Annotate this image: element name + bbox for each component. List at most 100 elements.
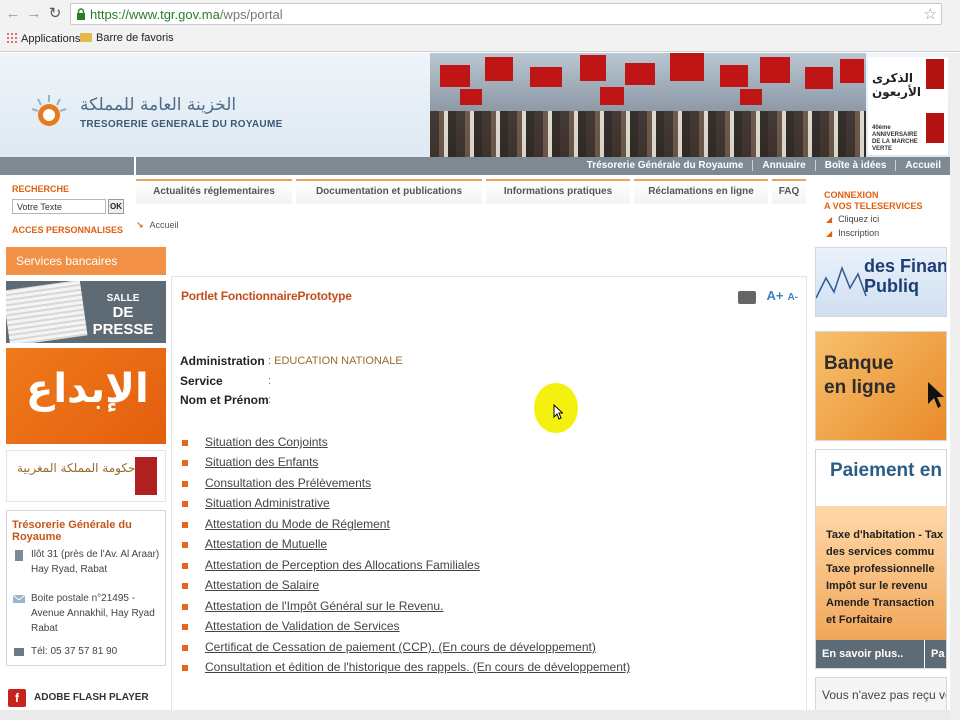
- bookmarks-bar: Applications Barre de favoris: [0, 29, 960, 51]
- ibdaa-banner[interactable]: الإبداع: [6, 348, 166, 444]
- browser-chrome: ← → ↻ https://www.tgr.gov.ma/wps/portal …: [0, 0, 960, 52]
- contact-title: Trésorerie Générale du Royaume: [12, 519, 132, 543]
- en-savoir-plus-link[interactable]: En savoir plus.. Pa: [816, 640, 946, 668]
- topnav-accueil[interactable]: Accueil: [895, 160, 950, 171]
- folder-icon: [80, 33, 92, 42]
- menu-faq[interactable]: FAQ: [772, 179, 806, 204]
- menu-informations[interactable]: Informations pratiques: [486, 179, 630, 204]
- breadcrumb-accueil[interactable]: Accueil: [150, 220, 179, 230]
- bullet-icon: [182, 542, 188, 548]
- top-nav-items: Trésorerie Générale du Royaume Annuaire Bo…: [578, 159, 950, 171]
- link-allocations[interactable]: Attestation de Perception des Allocation…: [205, 558, 480, 572]
- topnav-tgr[interactable]: Trésorerie Générale du Royaume: [578, 160, 753, 171]
- banque-en-ligne-ad[interactable]: Banque en ligne: [815, 331, 947, 441]
- link-situation-conjoints[interactable]: Situation des Conjoints: [205, 435, 328, 449]
- flash-player-icon: f: [8, 689, 26, 707]
- anniversary-text: 40ème ANNIVERSAIRE DE LA MARCHE VERTE: [872, 125, 918, 152]
- banner-flag: [580, 55, 606, 81]
- presse-text: SALLE DE PRESSE: [86, 293, 160, 338]
- personal-access-link[interactable]: ACCES PERSONNALISES: [12, 225, 123, 235]
- search-input[interactable]: [12, 199, 106, 214]
- link-salaire[interactable]: Attestation de Salaire: [205, 578, 319, 592]
- paiement-item: et Forfaitaire: [826, 614, 893, 626]
- top-navigation: Trésorerie Générale du Royaume Annuaire Bo…: [136, 157, 950, 175]
- banque-ad-line2: en ligne: [824, 377, 896, 398]
- building-icon: [15, 550, 23, 561]
- url-text: https://www.tgr.gov.ma/wps/portal: [90, 7, 283, 22]
- newspaper-icon: [6, 281, 88, 343]
- vertical-scrollbar[interactable]: [950, 53, 960, 720]
- menu-actualites[interactable]: Actualités réglementaires: [136, 179, 292, 204]
- link-igr[interactable]: Attestation de l'Impôt Général sur le Re…: [205, 599, 443, 613]
- salle-de-presse-banner[interactable]: SALLE DE PRESSE: [6, 281, 166, 343]
- font-increase-icon[interactable]: A+: [766, 288, 783, 303]
- left-nav-bar: [0, 157, 134, 175]
- banner-flag: [840, 59, 864, 83]
- topnav-annuaire[interactable]: Annuaire: [752, 160, 815, 171]
- bookmark-applications[interactable]: Applications: [6, 32, 80, 45]
- logo-arabic-text: الخزينة العامة للمملكة: [80, 95, 237, 115]
- link-historique-rappels[interactable]: Consultation et édition de l'historique …: [205, 660, 630, 674]
- bookmark-favorites-folder[interactable]: Barre de favoris: [80, 32, 174, 44]
- finances-ad-text: des FinancePubliq: [864, 256, 946, 296]
- ibdaa-text: الإبداع: [26, 366, 149, 412]
- connexion-click-here-label: Cliquez ici: [838, 214, 880, 224]
- back-arrow-icon[interactable]: ←: [4, 5, 22, 23]
- connexion-click-here[interactable]: ◢ Cliquez ici: [826, 214, 879, 224]
- font-decrease-icon[interactable]: A-: [787, 292, 798, 303]
- link-situation-administrative[interactable]: Situation Administrative: [205, 496, 330, 510]
- paiement-ad-list: Taxe d'habitation - Tax des services com…: [826, 528, 943, 630]
- phone-icon: [14, 648, 24, 656]
- main-menu: Actualités réglementaires Documentation …: [136, 179, 806, 204]
- address-bar[interactable]: https://www.tgr.gov.ma/wps/portal ☆: [70, 3, 942, 25]
- services-bancaires-button[interactable]: Services bancaires: [6, 247, 166, 275]
- finances-publiques-ad[interactable]: des FinancePubliq: [815, 247, 947, 317]
- portlet-tools: A+ A-: [738, 288, 798, 304]
- banner-flag: [530, 67, 562, 87]
- search-ok-button[interactable]: OK: [108, 199, 124, 214]
- lock-icon: [77, 8, 85, 20]
- link-ccp[interactable]: Certificat de Cessation de paiement (CCP…: [205, 640, 596, 654]
- moroccan-emblem-icon: [135, 457, 157, 495]
- gouvernement-banner[interactable]: حكومة المملكة المغربية: [6, 450, 166, 502]
- info-label-nom: Nom et Prénom: [180, 393, 269, 407]
- paiement-ad-title-a: Paiement en: [830, 460, 947, 481]
- bullet-icon: [182, 440, 188, 446]
- link-mode-reglement[interactable]: Attestation du Mode de Réglement: [205, 517, 390, 531]
- flash-player-link[interactable]: f ADOBE FLASH PLAYER: [6, 686, 166, 710]
- banner-flag: [440, 65, 470, 87]
- url-path: /wps/portal: [219, 7, 283, 22]
- link-mutuelle[interactable]: Attestation de Mutuelle: [205, 537, 327, 551]
- bookmark-star-icon[interactable]: ☆: [924, 5, 937, 23]
- banner-flag: [760, 57, 790, 83]
- horizontal-scrollbar[interactable]: [0, 710, 950, 720]
- paiement-ad-title: Paiement en lig: [830, 460, 947, 482]
- banner-flag: [460, 89, 482, 105]
- link-prelevements[interactable]: Consultation des Prélèvements: [205, 476, 371, 490]
- menu-documentation[interactable]: Documentation et publications: [296, 179, 482, 204]
- anniversary-arabic-text: الذكرى الأربعون: [872, 71, 922, 99]
- mail-icon: [13, 594, 25, 603]
- link-situation-enfants[interactable]: Situation des Enfants: [205, 455, 318, 469]
- banner-flag: [625, 63, 655, 85]
- topnav-boite-idees[interactable]: Boîte à idées: [814, 160, 896, 171]
- bookmark-applications-label: Applications: [21, 33, 81, 45]
- bullet-icon: [182, 583, 188, 589]
- banner-flag: [720, 65, 748, 87]
- link-validation-services[interactable]: Attestation de Validation de Services: [205, 619, 400, 633]
- reload-icon[interactable]: ↻: [46, 5, 64, 23]
- tgr-logo-icon[interactable]: [30, 93, 68, 131]
- connexion-title-line2: A VOS TELESERVICES: [824, 201, 923, 211]
- paiement-en-ligne-ad[interactable]: Paiement en lig Taxe d'habitation - Tax …: [815, 449, 947, 669]
- gov-arabic-text: حكومة المملكة المغربية: [17, 461, 136, 475]
- presse-text-a: SALLE: [106, 293, 140, 304]
- connexion-inscription[interactable]: ◢ Inscription: [826, 228, 879, 238]
- forward-arrow-icon[interactable]: →: [25, 5, 43, 23]
- portlet-title: Portlet FonctionnairePrototype: [181, 289, 352, 303]
- print-icon[interactable]: [738, 290, 757, 304]
- logo-french-text: TRESORERIE GENERALE DU ROYAUME: [80, 119, 283, 130]
- connexion-title-line1: CONNEXION: [824, 190, 879, 200]
- menu-reclamations[interactable]: Réclamations en ligne: [634, 179, 768, 204]
- anniversary-badge[interactable]: الذكرى الأربعون 40ème ANNIVERSAIRE DE LA…: [868, 57, 948, 155]
- bookmark-folder-label: Barre de favoris: [96, 32, 174, 44]
